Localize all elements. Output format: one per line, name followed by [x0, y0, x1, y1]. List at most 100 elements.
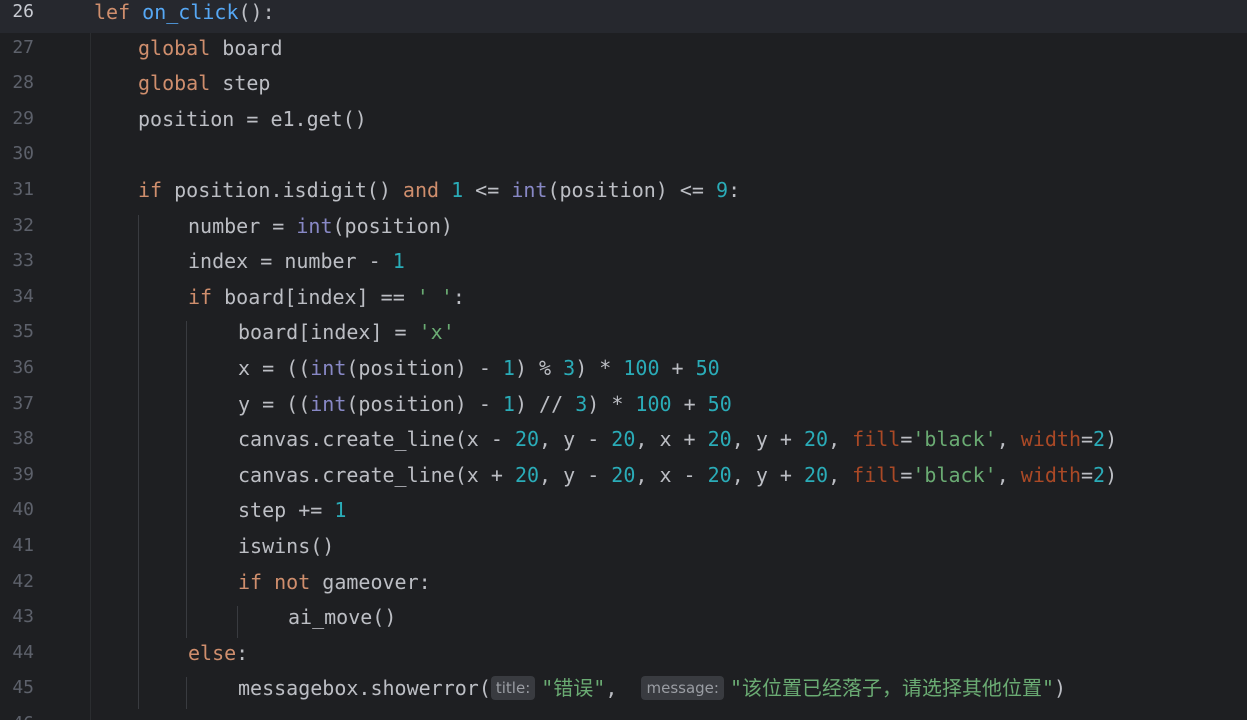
line-number: 42	[12, 570, 34, 592]
code-token: canvas.create_line(x +	[238, 462, 515, 487]
line-number: 46	[0, 709, 34, 720]
code-token: , y +	[731, 427, 804, 452]
code-token: 20	[611, 427, 636, 452]
code-text: lef on_click():	[94, 0, 275, 33]
line-number: 43	[12, 606, 34, 628]
code-line[interactable]: 37 y = ((int(position) - 1) // 3) * 100 +…	[0, 389, 1247, 425]
line-number: 45	[12, 677, 34, 699]
code-token: 1	[451, 178, 464, 202]
code-editor[interactable]: 26 lef on_click(): 27 global board 28 global …	[0, 0, 1247, 720]
code-token: =	[1081, 462, 1094, 487]
code-text: index = number - 1	[188, 246, 405, 282]
code-token: 20	[514, 427, 540, 452]
code-token: if	[138, 178, 163, 202]
code-text: if board[index] == ' ':	[188, 282, 465, 318]
code-line[interactable]: 32 number = int(position)	[0, 211, 1247, 247]
line-number: 36	[12, 357, 34, 378]
code-token: ai_move()	[288, 605, 397, 630]
code-token: step +=	[238, 498, 335, 523]
code-token: 50	[707, 391, 732, 416]
code-line[interactable]: 41 iswins()	[0, 531, 1247, 567]
code-line[interactable]: 30	[0, 139, 1247, 175]
code-token: position.isdigit()	[162, 178, 403, 202]
code-token: )	[1105, 427, 1118, 452]
code-line[interactable]: 34 if board[index] == ' ':	[0, 282, 1247, 318]
line-number: 40	[12, 499, 34, 521]
code-token: canvas.create_line(x -	[238, 427, 515, 452]
code-token: 20	[707, 427, 732, 452]
parameter-hint: title:	[490, 676, 536, 701]
code-line[interactable]: 44 else:	[0, 638, 1247, 674]
code-token: ():	[238, 0, 275, 24]
code-token: board[index] ==	[212, 284, 417, 309]
code-token: :	[236, 640, 249, 665]
code-text: position = e1.get()	[138, 104, 367, 140]
code-line[interactable]: 27 global board	[0, 33, 1247, 69]
line-number: 37	[12, 392, 34, 414]
code-token: (position) <=	[547, 178, 717, 202]
code-line[interactable]: 39 canvas.create_line(x + 20, y - 20, x -…	[0, 460, 1247, 496]
code-line[interactable]: 43 ai_move()	[0, 602, 1247, 638]
code-text: number = int(position)	[188, 211, 453, 247]
code-text: iswins()	[238, 531, 334, 567]
code-token: 'black'	[912, 427, 997, 452]
code-token: ,	[828, 427, 853, 452]
code-line[interactable]: 28 global step	[0, 68, 1247, 104]
code-token: , y -	[539, 427, 612, 452]
code-line[interactable]: 29 position = e1.get()	[0, 104, 1247, 140]
code-token: int	[310, 391, 347, 416]
code-token: 9	[716, 178, 729, 202]
code-text: step += 1	[238, 495, 346, 531]
code-line[interactable]: 36 x = ((int(position) - 1) % 3) * 100 + …	[0, 353, 1247, 389]
code-token: ) *	[575, 356, 624, 380]
code-line[interactable]: 45 messagebox.showerror(title: "错误", messa…	[0, 673, 1247, 709]
code-token: =	[900, 427, 913, 452]
code-token: y = ((	[238, 391, 311, 416]
code-token: (position)	[332, 213, 453, 238]
code-token: if	[188, 284, 213, 309]
code-text: messagebox.showerror(title: "错误", message…	[238, 673, 1066, 709]
code-token: 20	[803, 427, 829, 452]
code-token: 2	[1093, 427, 1106, 452]
line-number: 41	[12, 535, 34, 556]
parameter-hint: message:	[641, 676, 724, 701]
line-number: 39	[12, 463, 34, 485]
line-number: 28	[12, 72, 34, 94]
code-line[interactable]: 46	[0, 709, 1247, 720]
code-line[interactable]: 31 if position.isdigit() and 1 <= int(pos…	[0, 175, 1247, 211]
line-number: 38	[12, 428, 34, 450]
code-token: 100	[635, 391, 672, 416]
line-number: 44	[12, 641, 34, 663]
code-line[interactable]: 38 canvas.create_line(x - 20, y - 20, x +…	[0, 424, 1247, 460]
code-text: global board	[138, 33, 283, 69]
code-token: lef	[94, 0, 131, 24]
code-token: , x +	[635, 427, 708, 452]
indent-guide	[237, 606, 238, 638]
code-text: else:	[188, 638, 248, 674]
line-number: 30	[12, 143, 34, 165]
code-token: ,	[996, 427, 1021, 452]
code-token: ' '	[416, 284, 453, 309]
code-token: int	[296, 213, 333, 238]
code-token: =	[1081, 427, 1094, 452]
code-line[interactable]: 26 lef on_click():	[0, 0, 1247, 33]
code-token: , y -	[539, 462, 612, 487]
code-token: step	[210, 71, 271, 96]
code-line[interactable]: 40 step += 1	[0, 495, 1247, 531]
code-token: messagebox.showerror(	[238, 676, 491, 701]
code-token: 100	[623, 356, 660, 380]
code-line[interactable]: 33 index = number - 1	[0, 246, 1247, 282]
code-token: +	[671, 391, 708, 416]
code-line[interactable]: 35 board[index] = 'x'	[0, 317, 1247, 353]
code-token: +	[659, 356, 696, 380]
code-token: 20	[611, 462, 636, 487]
code-token: ,	[605, 676, 642, 701]
code-text: if position.isdigit() and 1 <= int(posit…	[138, 175, 740, 211]
code-line[interactable]: 42 if not gameover:	[0, 567, 1247, 603]
code-text: global step	[138, 68, 270, 104]
line-number: 31	[12, 179, 34, 200]
code-token: int	[511, 178, 548, 202]
code-token: 1	[502, 356, 515, 380]
